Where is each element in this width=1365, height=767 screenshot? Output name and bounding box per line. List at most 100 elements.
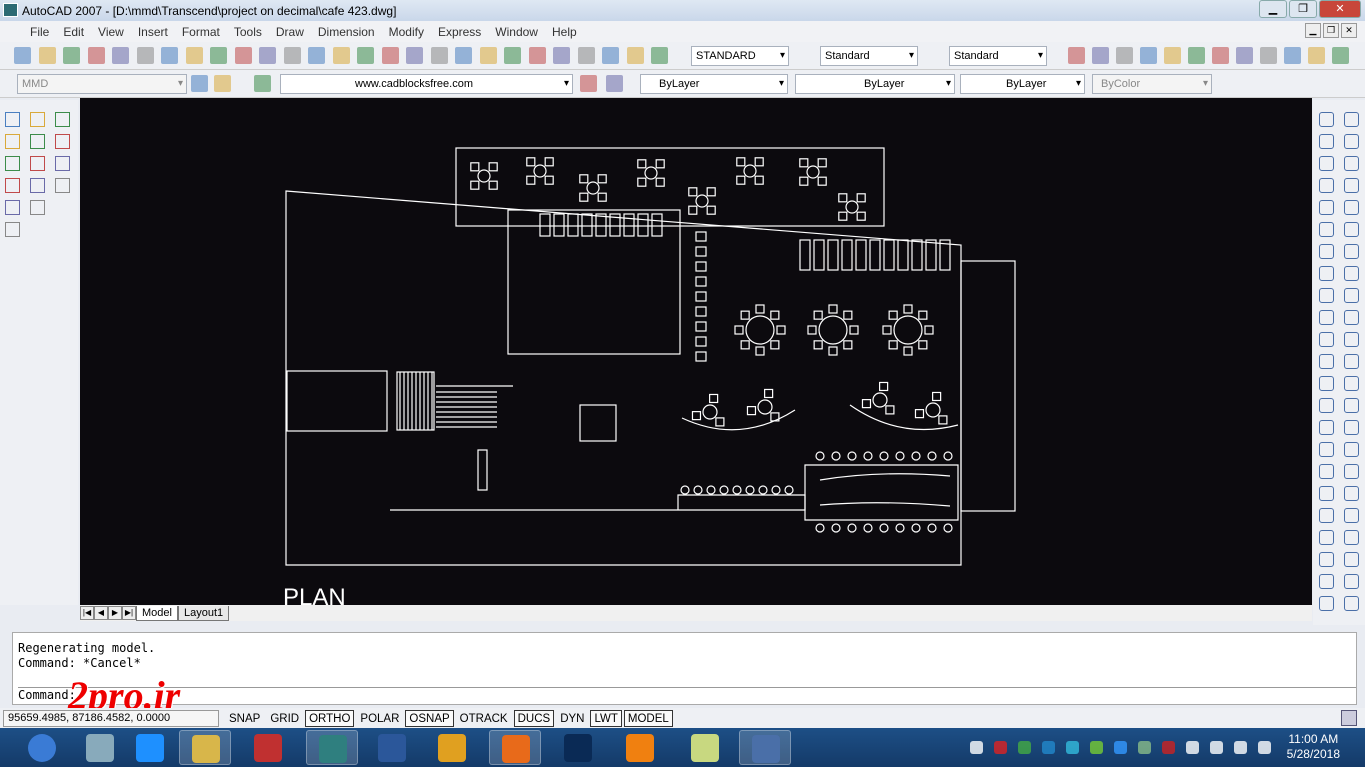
tray-icon[interactable] xyxy=(1162,741,1175,754)
lineweight-select[interactable]: ByLayer xyxy=(960,74,1085,94)
draw-tool-icon[interactable] xyxy=(30,442,45,457)
last-tab-button[interactable]: ▶| xyxy=(122,606,136,620)
draw-tool-icon[interactable] xyxy=(55,464,70,479)
taskbar-photoshop-icon[interactable] xyxy=(552,730,604,765)
draw-tool-icon[interactable] xyxy=(55,178,70,193)
modify-tool-icon[interactable] xyxy=(1344,464,1359,479)
draw-tool-icon[interactable] xyxy=(5,552,20,567)
toolbar-tool-icon[interactable] xyxy=(528,47,546,64)
toolbar-tool-icon[interactable] xyxy=(1284,47,1301,64)
toolbar-tool-icon[interactable] xyxy=(1116,47,1133,64)
modify-tool-icon[interactable] xyxy=(1319,596,1334,611)
draw-tool-icon[interactable] xyxy=(55,156,70,171)
draw-tool-icon[interactable] xyxy=(5,134,20,149)
dim-style-select[interactable]: Standard xyxy=(820,46,918,66)
draw-tool-icon[interactable] xyxy=(55,266,70,281)
toolbar-tool-icon[interactable] xyxy=(63,47,80,64)
draw-tool-icon[interactable] xyxy=(5,442,20,457)
draw-tool-icon[interactable] xyxy=(55,486,70,501)
draw-tool-icon[interactable] xyxy=(30,332,45,347)
draw-tool-icon[interactable] xyxy=(5,420,20,435)
toolbar-tool-icon[interactable] xyxy=(14,47,31,64)
draw-tool-icon[interactable] xyxy=(30,464,45,479)
toolbar-tool-icon[interactable] xyxy=(357,47,374,64)
toolbar-tool-icon[interactable] xyxy=(504,47,521,64)
first-tab-button[interactable]: |◀ xyxy=(80,606,94,620)
draw-tool-icon[interactable] xyxy=(55,552,70,567)
taskbar-network-icon[interactable] xyxy=(739,730,791,765)
status-toggle-osnap[interactable]: OSNAP xyxy=(405,709,454,727)
taskbar-vlc-icon[interactable] xyxy=(614,730,666,765)
tray-icon[interactable] xyxy=(1210,741,1223,754)
modify-tool-icon[interactable] xyxy=(1344,134,1359,149)
doc-restore-button[interactable]: ❐ xyxy=(1323,23,1339,38)
modify-tool-icon[interactable] xyxy=(1344,596,1359,611)
prev-tab-button[interactable]: ◀ xyxy=(94,606,108,620)
close-button[interactable]: ✕ xyxy=(1319,0,1361,18)
draw-tool-icon[interactable] xyxy=(5,266,20,281)
modify-tool-icon[interactable] xyxy=(1344,332,1359,347)
workspace-select[interactable]: MMD xyxy=(17,74,187,94)
modify-tool-icon[interactable] xyxy=(1319,288,1334,303)
modify-tool-icon[interactable] xyxy=(1319,508,1334,523)
tray-icon[interactable] xyxy=(994,741,1007,754)
tray-icon[interactable] xyxy=(1114,741,1127,754)
toolbar-tool-icon[interactable] xyxy=(430,47,448,64)
draw-tool-icon[interactable] xyxy=(5,530,20,545)
modify-tool-icon[interactable] xyxy=(1319,398,1334,413)
menu-view[interactable]: View xyxy=(98,25,124,39)
draw-tool-icon[interactable] xyxy=(30,552,45,567)
draw-tool-icon[interactable] xyxy=(5,354,20,369)
modify-tool-icon[interactable] xyxy=(1344,244,1359,259)
draw-tool-icon[interactable] xyxy=(55,442,70,457)
draw-tool-icon[interactable] xyxy=(30,398,45,413)
toolbar-tool-icon[interactable] xyxy=(332,47,350,64)
draw-tool-icon[interactable] xyxy=(30,266,45,281)
draw-tool-icon[interactable] xyxy=(30,508,45,523)
toolbar-tool-icon[interactable] xyxy=(1140,47,1157,64)
modify-tool-icon[interactable] xyxy=(1344,112,1359,127)
taskbar-firefox-icon[interactable] xyxy=(489,730,541,765)
modify-tool-icon[interactable] xyxy=(1344,530,1359,545)
clean-screen-button[interactable] xyxy=(1341,710,1357,726)
tray-icon[interactable] xyxy=(1066,741,1079,754)
toolbar-tool-icon[interactable] xyxy=(136,47,154,64)
toolbar-tool-icon[interactable] xyxy=(234,47,252,64)
menu-edit[interactable]: Edit xyxy=(63,25,84,39)
draw-tool-icon[interactable] xyxy=(5,310,20,325)
taskbar-autocad-icon[interactable] xyxy=(242,730,294,765)
modify-tool-icon[interactable] xyxy=(1319,134,1334,149)
toolbar-tool-icon[interactable] xyxy=(626,47,644,64)
modify-tool-icon[interactable] xyxy=(1319,200,1334,215)
modify-tool-icon[interactable] xyxy=(1344,288,1359,303)
draw-tool-icon[interactable] xyxy=(30,310,45,325)
taskbar-calculator-icon[interactable] xyxy=(74,730,126,765)
draw-tool-icon[interactable] xyxy=(5,156,20,171)
draw-tool-icon[interactable] xyxy=(5,222,20,237)
draw-tool-icon[interactable] xyxy=(55,244,70,259)
draw-tool-icon[interactable] xyxy=(5,398,20,413)
modify-tool-icon[interactable] xyxy=(1319,552,1334,567)
toolbar-tool-icon[interactable] xyxy=(259,47,276,64)
toolbar-tool-icon[interactable] xyxy=(1260,47,1277,64)
modify-tool-icon[interactable] xyxy=(1344,486,1359,501)
system-clock[interactable]: 11:00 AM 5/28/2018 xyxy=(1287,732,1340,762)
modify-tool-icon[interactable] xyxy=(1344,376,1359,391)
toolbar-tool-icon[interactable] xyxy=(1068,47,1085,64)
draw-tool-icon[interactable] xyxy=(30,222,45,237)
toolbar-tool-icon[interactable] xyxy=(161,47,178,64)
linetype-select[interactable]: ByLayer xyxy=(795,74,955,94)
draw-tool-icon[interactable] xyxy=(30,200,45,215)
draw-tool-icon[interactable] xyxy=(30,486,45,501)
doc-close-button[interactable]: ✕ xyxy=(1341,23,1357,38)
menu-help[interactable]: Help xyxy=(552,25,577,39)
toolbar-tool-icon[interactable] xyxy=(214,75,231,92)
modify-tool-icon[interactable] xyxy=(1344,420,1359,435)
toolbar-tool-icon[interactable] xyxy=(112,47,129,64)
menu-express[interactable]: Express xyxy=(438,25,481,39)
modify-tool-icon[interactable] xyxy=(1319,112,1334,127)
draw-tool-icon[interactable] xyxy=(55,508,70,523)
status-toggle-otrack[interactable]: OTRACK xyxy=(456,710,512,727)
draw-tool-icon[interactable] xyxy=(30,354,45,369)
draw-tool-icon[interactable] xyxy=(30,530,45,545)
